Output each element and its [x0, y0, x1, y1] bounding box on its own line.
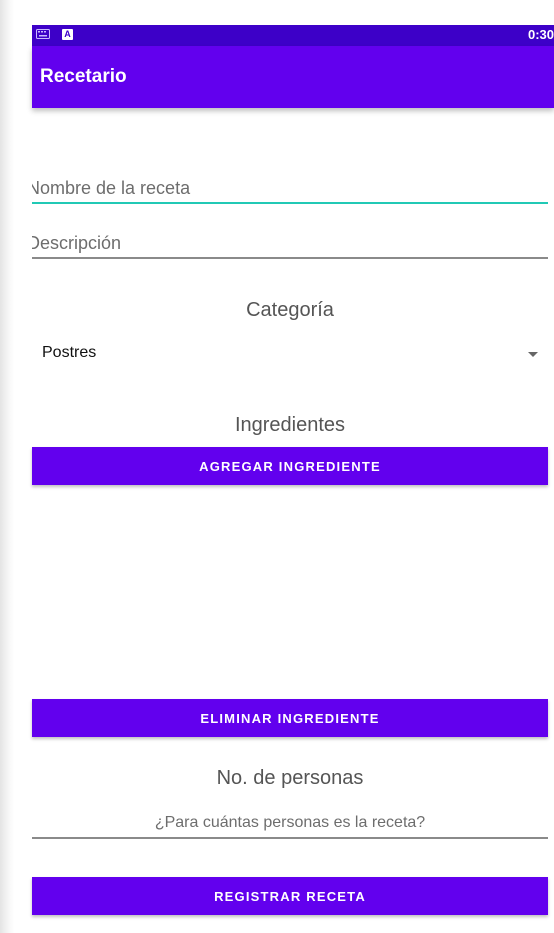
servings-input[interactable]	[32, 809, 548, 837]
a-notification-icon: A	[62, 29, 73, 40]
add-ingredient-button[interactable]: AGREGAR INGREDIENTE	[32, 447, 548, 485]
category-dropdown[interactable]: Postres	[32, 340, 548, 370]
dropdown-arrow-icon	[528, 352, 538, 357]
description-field	[32, 229, 548, 259]
status-time: 0:30	[527, 27, 554, 42]
remove-ingredient-button[interactable]: ELIMINAR INGREDIENTE	[32, 699, 548, 737]
app-bar: Recetario	[32, 46, 554, 108]
recipe-name-field	[32, 174, 548, 204]
category-selected-value: Postres	[42, 344, 97, 361]
servings-label: No. de personas	[216, 767, 364, 789]
servings-field	[32, 809, 548, 839]
description-input[interactable]	[32, 229, 548, 257]
keyboard-icon	[36, 29, 50, 39]
app-screen: A 0:30 Recetario Categoría Postres Ingre…	[0, 0, 554, 933]
category-label: Categoría	[246, 299, 334, 321]
ingredients-label: Ingredientes	[234, 414, 346, 436]
servings-underline	[32, 837, 548, 839]
recipe-name-underline	[32, 202, 548, 204]
frame-edge	[0, 0, 14, 933]
description-underline	[32, 257, 548, 259]
status-bar: A 0:30	[32, 25, 554, 46]
app-title: Recetario	[40, 66, 127, 87]
ingredients-list	[32, 486, 548, 698]
register-recipe-button[interactable]: REGISTRAR RECETA	[32, 877, 548, 915]
recipe-name-input[interactable]	[32, 174, 548, 202]
